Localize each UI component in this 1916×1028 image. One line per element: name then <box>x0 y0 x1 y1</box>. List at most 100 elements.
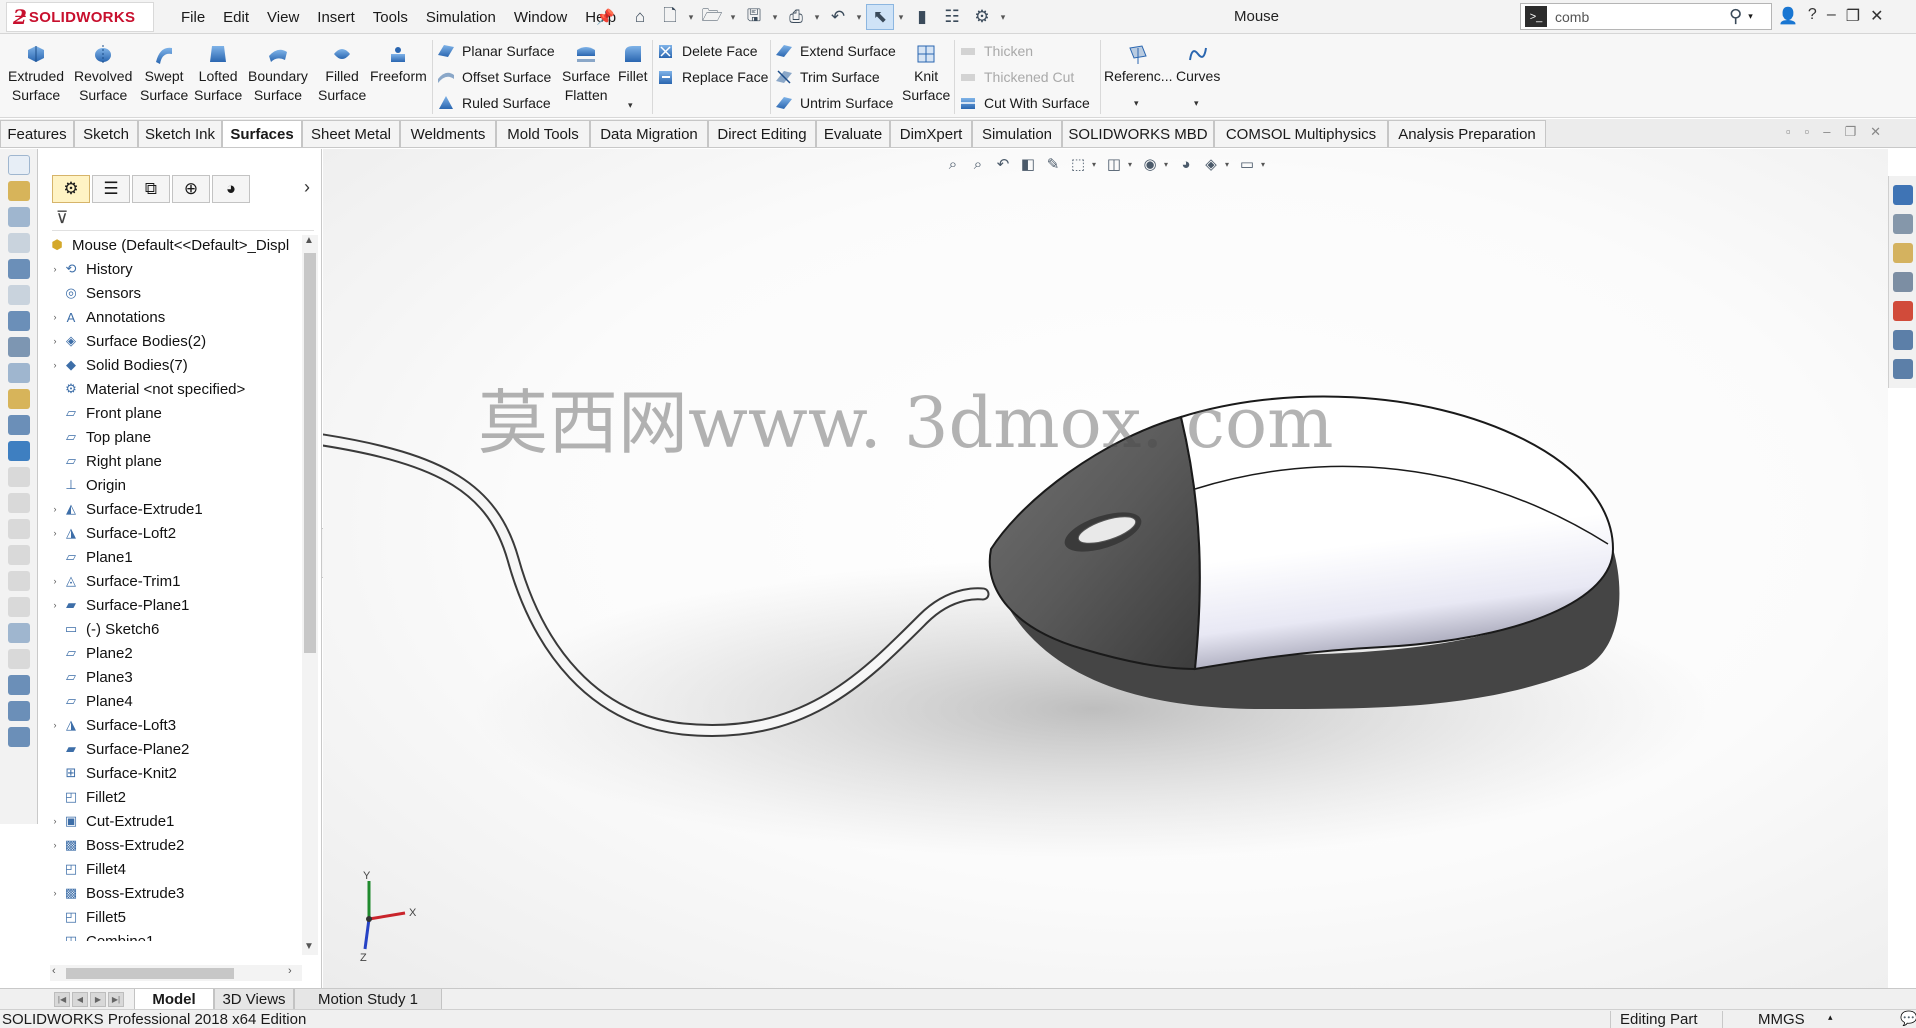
tool-icon[interactable] <box>8 519 30 539</box>
scroll-thumb[interactable] <box>304 253 316 653</box>
expand-arrow-icon[interactable]: › <box>48 336 62 346</box>
tab-sketch[interactable]: Sketch <box>74 120 138 147</box>
tree-item[interactable]: ◰ Fillet5 <box>48 905 126 929</box>
expand-arrow-icon[interactable]: › <box>48 312 62 322</box>
display-style-icon[interactable]: ◫ <box>1103 154 1125 174</box>
chevron-down-icon[interactable]: ▾ <box>728 4 738 30</box>
extruded-surface-button[interactable]: Extruded Surface <box>8 42 64 105</box>
prev-tab-icon[interactable]: ◀ <box>72 992 88 1007</box>
revolved-surface-button[interactable]: Revolved Surface <box>74 42 132 105</box>
scroll-thumb[interactable] <box>66 968 234 979</box>
tree-item[interactable]: ▱ Plane2 <box>48 641 133 665</box>
command-search-icon[interactable]: >_ <box>1525 6 1547 27</box>
tree-item[interactable]: › ▣ Cut-Extrude1 <box>48 809 175 833</box>
vertical-scrollbar[interactable]: ▲ ▼ <box>302 235 318 955</box>
edit-appearance-icon[interactable]: ◕ <box>1175 154 1197 174</box>
reference-geometry-button[interactable]: Referenc... <box>1104 42 1172 86</box>
tool-icon[interactable] <box>8 233 30 253</box>
horizontal-scrollbar[interactable]: ‹ › <box>50 965 302 981</box>
tab-comsol-multiphysics[interactable]: COMSOL Multiphysics <box>1214 120 1388 147</box>
appearances-icon[interactable] <box>1893 301 1913 321</box>
tree-item[interactable]: ⊥ Origin <box>48 473 126 497</box>
chevron-down-icon[interactable]: ▾ <box>770 4 780 30</box>
property-manager-tab-icon[interactable]: ☰ <box>92 175 130 203</box>
expand-arrow-icon[interactable]: › <box>48 816 62 826</box>
expand-arrow-icon[interactable]: › <box>48 264 62 274</box>
file-properties-icon[interactable]: ☷ <box>938 4 966 30</box>
restore-icon[interactable]: ❐ <box>1846 6 1860 26</box>
3d-view-icon[interactable] <box>8 155 30 175</box>
restore-icon[interactable]: ❐ <box>1844 124 1856 140</box>
cascade-icon[interactable]: ▫ <box>1805 124 1810 140</box>
curves-button[interactable]: Curves <box>1176 42 1220 86</box>
last-tab-icon[interactable]: ▶| <box>108 992 124 1007</box>
undo-icon[interactable]: ↶ <box>824 4 852 30</box>
chevron-down-icon[interactable]: ▾ <box>1092 160 1100 169</box>
ruled-surface-button[interactable]: Ruled Surface <box>436 92 551 114</box>
tool-icon[interactable] <box>8 181 30 201</box>
menu-file[interactable]: File <box>172 9 214 26</box>
menu-view[interactable]: View <box>258 9 308 26</box>
thicken-button[interactable]: Thicken <box>958 40 1033 62</box>
search-icon[interactable]: ⚲ <box>1729 6 1742 27</box>
tab-evaluate[interactable]: Evaluate <box>816 120 890 147</box>
delete-face-button[interactable]: Delete Face <box>656 40 757 62</box>
tree-item[interactable]: ◎ Sensors <box>48 281 141 305</box>
tree-item[interactable]: ▱ Right plane <box>48 449 162 473</box>
thickened-cut-button[interactable]: Thickened Cut <box>958 66 1074 88</box>
view-settings-icon[interactable]: ▭ <box>1236 154 1258 174</box>
tab-3d-views[interactable]: 3D Views <box>214 989 294 1010</box>
tool-icon[interactable] <box>8 493 30 513</box>
user-icon[interactable]: 👤 <box>1778 6 1798 26</box>
menu-edit[interactable]: Edit <box>214 9 258 26</box>
tab-data-migration[interactable]: Data Migration <box>590 120 708 147</box>
tree-item[interactable]: ◫ Combine1 <box>48 929 155 942</box>
custom-properties-icon[interactable] <box>1893 330 1913 350</box>
expand-arrow-icon[interactable]: › <box>48 720 62 730</box>
resources-icon[interactable] <box>1893 214 1913 234</box>
tree-root-part[interactable]: ⬢ Mouse (Default<<Default>_Displ <box>48 233 289 257</box>
tool-icon[interactable] <box>8 727 30 747</box>
section-view-icon[interactable]: ◧ <box>1017 154 1039 174</box>
tree-item[interactable]: ⚙ Material <not specified> <box>48 377 245 401</box>
chevron-down-icon[interactable]: ▾ <box>896 4 906 30</box>
chevron-down-icon[interactable]: ▾ <box>1128 160 1136 169</box>
solidworks-logo[interactable]: ƻ SOLIDWORKS <box>6 2 154 32</box>
tile-icon[interactable]: ▫ <box>1786 124 1791 140</box>
unit-system-selector[interactable]: MMGS <box>1758 1011 1805 1028</box>
dimxpert-manager-tab-icon[interactable]: ⊕ <box>172 175 210 203</box>
select-pointer-icon[interactable]: ⬉ <box>866 4 894 30</box>
graphics-area[interactable]: 莫西网www. 3dmox. com Y X Z <box>323 149 1888 989</box>
minimize-icon[interactable]: – <box>1823 124 1830 140</box>
extend-surface-button[interactable]: Extend Surface <box>774 40 896 62</box>
tab-analysis-preparation[interactable]: Analysis Preparation <box>1388 120 1546 147</box>
view-orientation-icon[interactable]: ⬚ <box>1067 154 1089 174</box>
expand-arrow-icon[interactable]: › <box>48 840 62 850</box>
tab-features[interactable]: Features <box>0 120 74 147</box>
close-icon[interactable]: ✕ <box>1870 6 1883 26</box>
tab-sketch-ink[interactable]: Sketch Ink <box>138 120 222 147</box>
tree-item[interactable]: › ⟲ History <box>48 257 133 281</box>
zoom-to-area-icon[interactable]: ⌕ <box>967 154 989 174</box>
surface-flatten-button[interactable]: Surface Flatten <box>562 42 610 105</box>
pin-icon[interactable]: 📌 <box>596 8 615 26</box>
menu-tools[interactable]: Tools <box>364 9 417 26</box>
rebuild-icon[interactable]: ▮ <box>908 4 936 30</box>
expand-arrow-icon[interactable]: › <box>48 504 62 514</box>
tree-item[interactable]: › ◈ Surface Bodies(2) <box>48 329 207 353</box>
chevron-down-icon[interactable]: ▾ <box>628 100 633 111</box>
save-icon[interactable]: 🖫 <box>740 4 768 30</box>
trim-surface-button[interactable]: Trim Surface <box>774 66 880 88</box>
expand-arrow-icon[interactable]: › <box>48 576 62 586</box>
new-document-icon[interactable]: 🗋 <box>656 4 684 30</box>
tool-icon[interactable] <box>8 415 30 435</box>
tree-item[interactable]: › ◮ Surface-Loft3 <box>48 713 177 737</box>
hide-show-items-icon[interactable]: ◉ <box>1139 154 1161 174</box>
planar-surface-button[interactable]: Planar Surface <box>436 40 555 62</box>
previous-view-icon[interactable]: ↶ <box>992 154 1014 174</box>
tool-icon[interactable] <box>8 337 30 357</box>
home-icon[interactable] <box>1893 185 1913 205</box>
menu-window[interactable]: Window <box>505 9 576 26</box>
tree-item[interactable]: ▱ Front plane <box>48 401 162 425</box>
scroll-down-icon[interactable]: ▼ <box>304 941 314 952</box>
